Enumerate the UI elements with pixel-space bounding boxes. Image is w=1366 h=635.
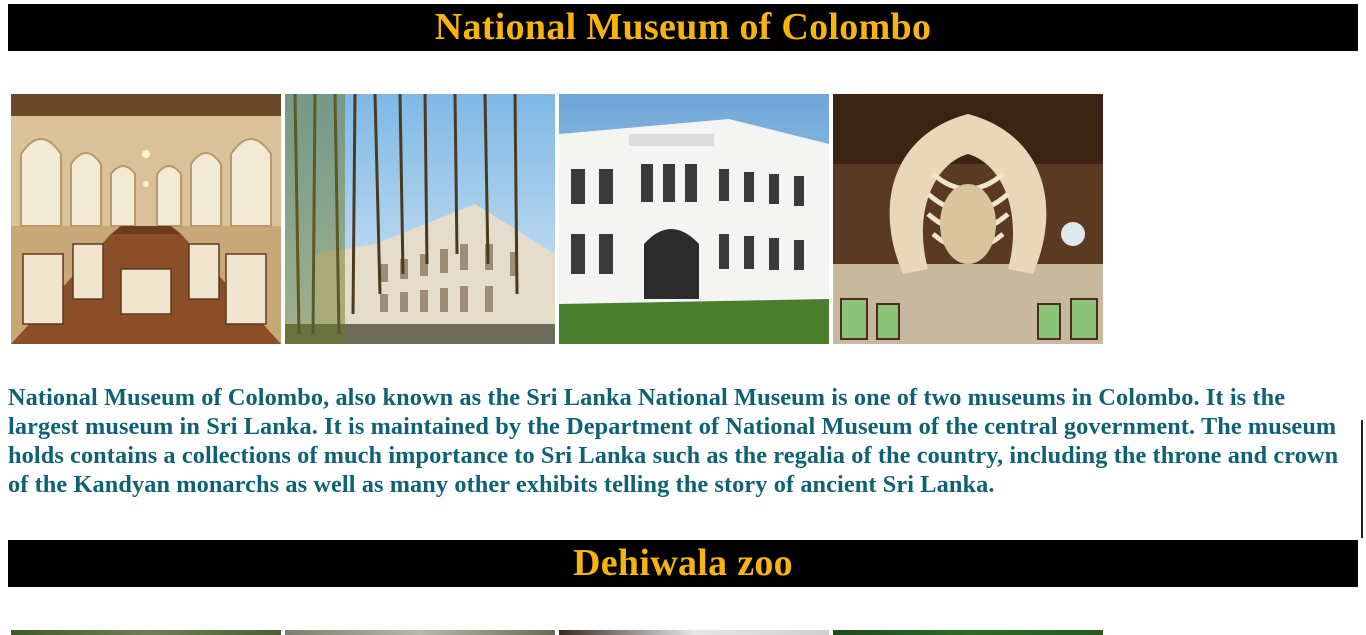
museum-title: National Museum of Colombo [434,6,932,48]
museum-gallery [11,94,1358,344]
zoo-photo-2 [285,630,555,635]
zoo-photo-4 [833,630,1103,635]
zoo-title: Dehiwala zoo [573,542,793,584]
zoo-photo-3 [559,630,829,635]
museum-interior-photo [11,94,281,344]
museum-white-building-photo [559,94,829,344]
scrollbar-thumb[interactable] [1361,420,1363,538]
page-content: National Museum of Colombo National Muse… [8,4,1358,635]
museum-description: National Museum of Colombo, also known a… [8,384,1339,498]
whale-skeleton-photo [833,94,1103,344]
museum-heading-bar: National Museum of Colombo [8,4,1358,51]
zoo-section: Dehiwala zoo [8,540,1358,635]
zoo-gallery [11,630,1358,635]
museum-facade-photo [285,94,555,344]
zoo-heading-bar: Dehiwala zoo [8,540,1358,587]
zoo-photo-1 [11,630,281,635]
